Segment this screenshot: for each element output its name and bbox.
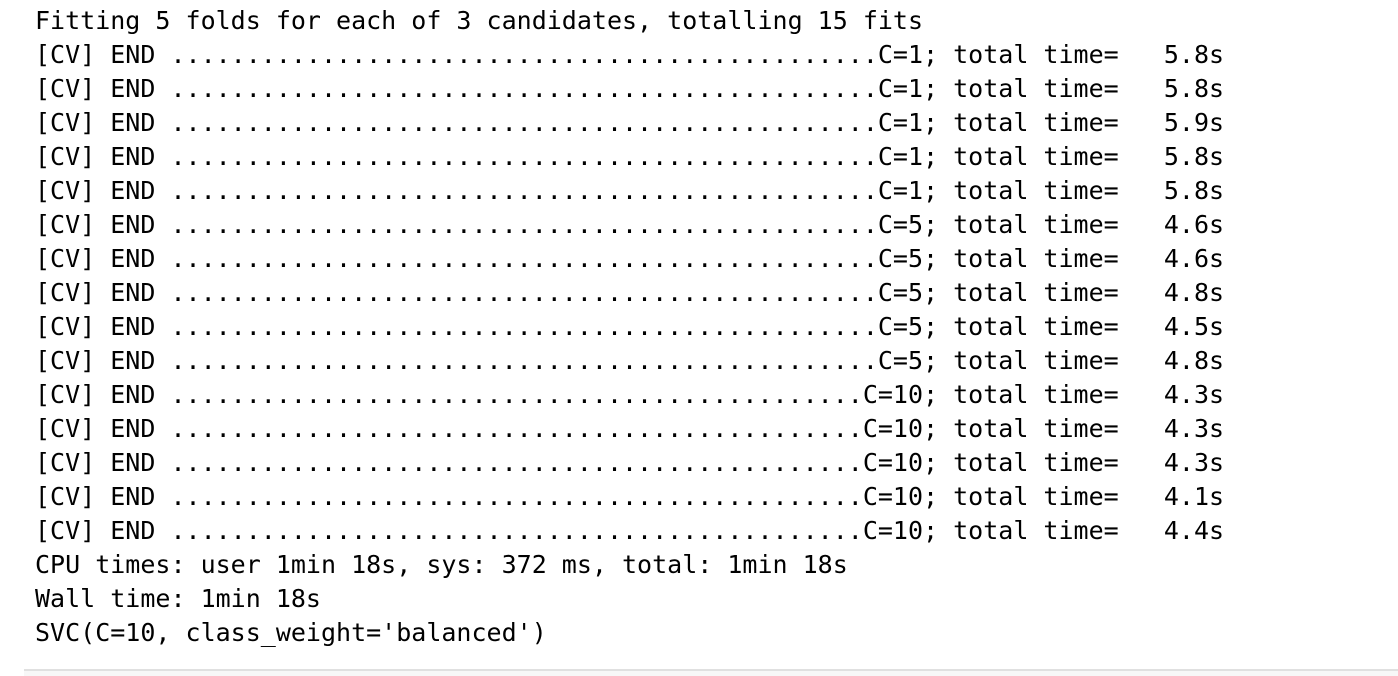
cv-log-line: [CV] END ...............................…	[35, 448, 1225, 477]
wall-time-line: Wall time: 1min 18s	[35, 584, 321, 613]
cv-log-line: [CV] END ...............................…	[35, 516, 1225, 545]
fitting-header: Fitting 5 folds for each of 3 candidates…	[35, 6, 924, 35]
cell-output: Fitting 5 folds for each of 3 candidates…	[35, 4, 1375, 650]
next-cell-border	[24, 669, 1398, 676]
cv-log-line: [CV] END ...............................…	[35, 482, 1225, 511]
cpu-times-line: CPU times: user 1min 18s, sys: 372 ms, t…	[35, 550, 848, 579]
result-repr: SVC(C=10, class_weight='balanced')	[35, 618, 547, 647]
cv-log-line: [CV] END ...............................…	[35, 108, 1225, 137]
cv-log-line: [CV] END ...............................…	[35, 176, 1225, 205]
cv-log-line: [CV] END ...............................…	[35, 380, 1225, 409]
cv-log-line: [CV] END ...............................…	[35, 278, 1225, 307]
cv-log-line: [CV] END ...............................…	[35, 244, 1225, 273]
cv-log-line: [CV] END ...............................…	[35, 346, 1225, 375]
cv-log-line: [CV] END ...............................…	[35, 40, 1225, 69]
cv-log-line: [CV] END ...............................…	[35, 210, 1225, 239]
cv-log-line: [CV] END ...............................…	[35, 74, 1225, 103]
cv-log-line: [CV] END ...............................…	[35, 312, 1225, 341]
cv-log-line: [CV] END ...............................…	[35, 414, 1225, 443]
cv-log-line: [CV] END ...............................…	[35, 142, 1225, 171]
cv-log: [CV] END ...............................…	[35, 38, 1375, 548]
